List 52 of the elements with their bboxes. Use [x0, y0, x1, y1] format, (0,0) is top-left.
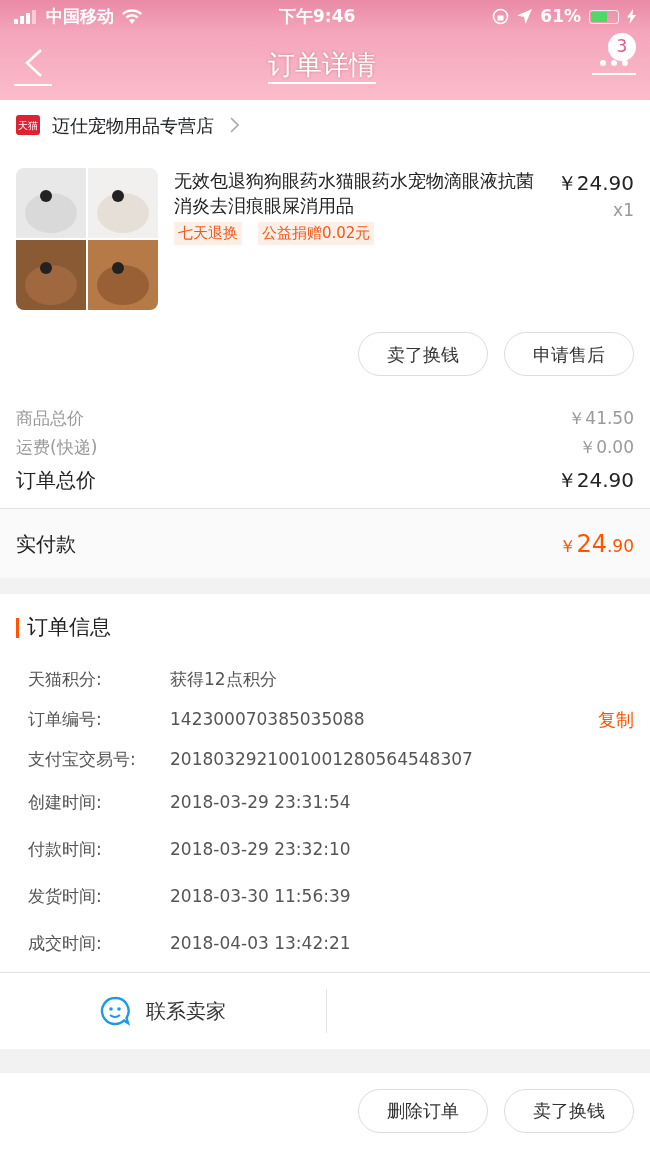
info-label: 订单编号:	[28, 707, 103, 731]
info-label: 支付宝交易号:	[28, 747, 137, 771]
notification-badge: 3	[608, 33, 636, 61]
location-icon	[517, 9, 533, 24]
info-value: 142300070385035088	[170, 707, 366, 731]
info-value: 2018-03-29 23:32:10	[170, 838, 352, 862]
info-value: 获得12点积分	[170, 667, 278, 691]
paid-amount: ￥24.90	[559, 528, 634, 560]
store-link[interactable]: 迈仕宠物用品专营店	[52, 111, 214, 139]
info-value: 2018-03-30 11:56:39	[170, 885, 352, 909]
signal-icon	[14, 9, 38, 24]
battery-icon	[589, 9, 619, 24]
info-label: 发货时间:	[28, 885, 103, 909]
section-marker	[16, 617, 19, 638]
back-icon	[23, 48, 43, 78]
action-button[interactable]: 申请售后	[504, 332, 634, 376]
product-price: ￥24.90	[555, 170, 634, 197]
paid-label: 实付款	[16, 530, 76, 558]
back-button[interactable]	[14, 47, 52, 86]
section-title: 订单信息	[27, 614, 111, 641]
more-icon	[599, 59, 629, 67]
service-tag: 公益捐赠0.02元	[258, 222, 375, 245]
quantity: x1	[612, 199, 634, 222]
action-button[interactable]: 卖了换钱	[504, 1088, 634, 1133]
carrier-name: 中国移动	[46, 4, 114, 28]
price-value: ￥41.50	[568, 406, 634, 430]
info-value: 2018-03-29 23:31:54	[170, 791, 352, 815]
action-button[interactable]: 卖了换钱	[358, 332, 488, 376]
action-button[interactable]: 删除订单	[358, 1088, 488, 1133]
info-label: 付款时间:	[28, 838, 103, 862]
battery-percent: 61%	[540, 4, 581, 28]
rotation-lock-icon	[492, 8, 510, 25]
charging-icon	[627, 9, 636, 24]
service-tag: 七天退换	[174, 222, 242, 245]
info-label: 天猫积分:	[28, 667, 103, 691]
info-value: 2018032921001001280564548307	[170, 747, 474, 771]
product-title: 无效包退狗狗眼药水猫眼药水宠物滴眼液抗菌消炎去泪痕眼屎消用品	[174, 169, 535, 219]
price-value: ￥24.90	[556, 467, 634, 494]
info-value: 2018-04-03 13:42:21	[170, 932, 352, 956]
info-label: 成交时间:	[28, 932, 103, 956]
info-label: 创建时间:	[28, 791, 103, 815]
wifi-icon	[122, 9, 142, 24]
store-logo: 天猫	[16, 115, 40, 135]
status-time: 下午9:46	[279, 4, 356, 28]
price-label: 商品总价	[16, 406, 84, 430]
contact-seller-button[interactable]: 联系卖家	[0, 972, 326, 1049]
price-label: 运费(快递)	[16, 435, 98, 459]
price-value: ￥0.00	[579, 435, 634, 459]
chevron-right-icon	[230, 117, 239, 133]
page-title: 订单详情	[268, 49, 376, 84]
chat-icon	[100, 995, 130, 1026]
price-label: 订单总价	[16, 467, 96, 494]
